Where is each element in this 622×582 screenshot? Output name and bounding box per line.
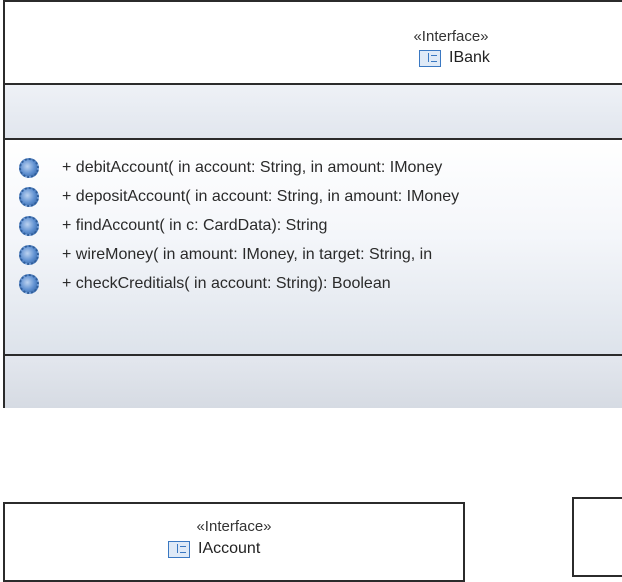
operation-wire-money[interactable]: + wireMoney( in amount: IMoney, in targe…: [5, 240, 622, 269]
iaccount-name-row: IAccount: [168, 540, 260, 558]
ibank-header: «Interface» IBank: [5, 2, 622, 85]
operation-gear-icon: [19, 186, 39, 207]
interface-icon: [168, 540, 190, 558]
operation-label: + wireMoney( in amount: IMoney, in targe…: [62, 245, 433, 263]
operation-gear-icon: [19, 157, 39, 178]
interface-icon: [419, 49, 441, 67]
operation-check-creditials[interactable]: + checkCreditials( in account: String): …: [5, 269, 622, 298]
partial-interface-box[interactable]: [572, 497, 622, 577]
ibank-operations-compartment: + debitAccount( in account: String, in a…: [5, 140, 622, 356]
operation-label: + debitAccount( in account: String, in a…: [62, 158, 443, 176]
iaccount-interface-box[interactable]: «Interface» IAccount: [3, 502, 465, 582]
ibank-name: IBank: [449, 49, 490, 66]
ibank-interface-box[interactable]: «Interface» IBank + debitAccount( in acc…: [3, 0, 622, 408]
operation-gear-icon: [19, 215, 39, 236]
operation-find-account[interactable]: + findAccount( in c: CardData): String: [5, 211, 622, 240]
ibank-stereotype: «Interface»: [413, 28, 489, 45]
ibank-attributes-compartment: [5, 85, 622, 140]
operation-label: + depositAccount( in account: String, in…: [62, 187, 460, 205]
operation-gear-icon: [19, 273, 39, 294]
operation-deposit-account[interactable]: + depositAccount( in account: String, in…: [5, 182, 622, 211]
ibank-name-row: IBank: [419, 49, 490, 67]
operation-label: + checkCreditials( in account: String): …: [62, 274, 391, 292]
ibank-bottom-compartment: [5, 356, 622, 408]
operation-debit-account[interactable]: + debitAccount( in account: String, in a…: [5, 153, 622, 182]
iaccount-name: IAccount: [198, 540, 261, 557]
iaccount-stereotype: «Interface»: [196, 518, 272, 535]
operation-gear-icon: [19, 244, 39, 265]
operation-label: + findAccount( in c: CardData): String: [62, 216, 328, 234]
